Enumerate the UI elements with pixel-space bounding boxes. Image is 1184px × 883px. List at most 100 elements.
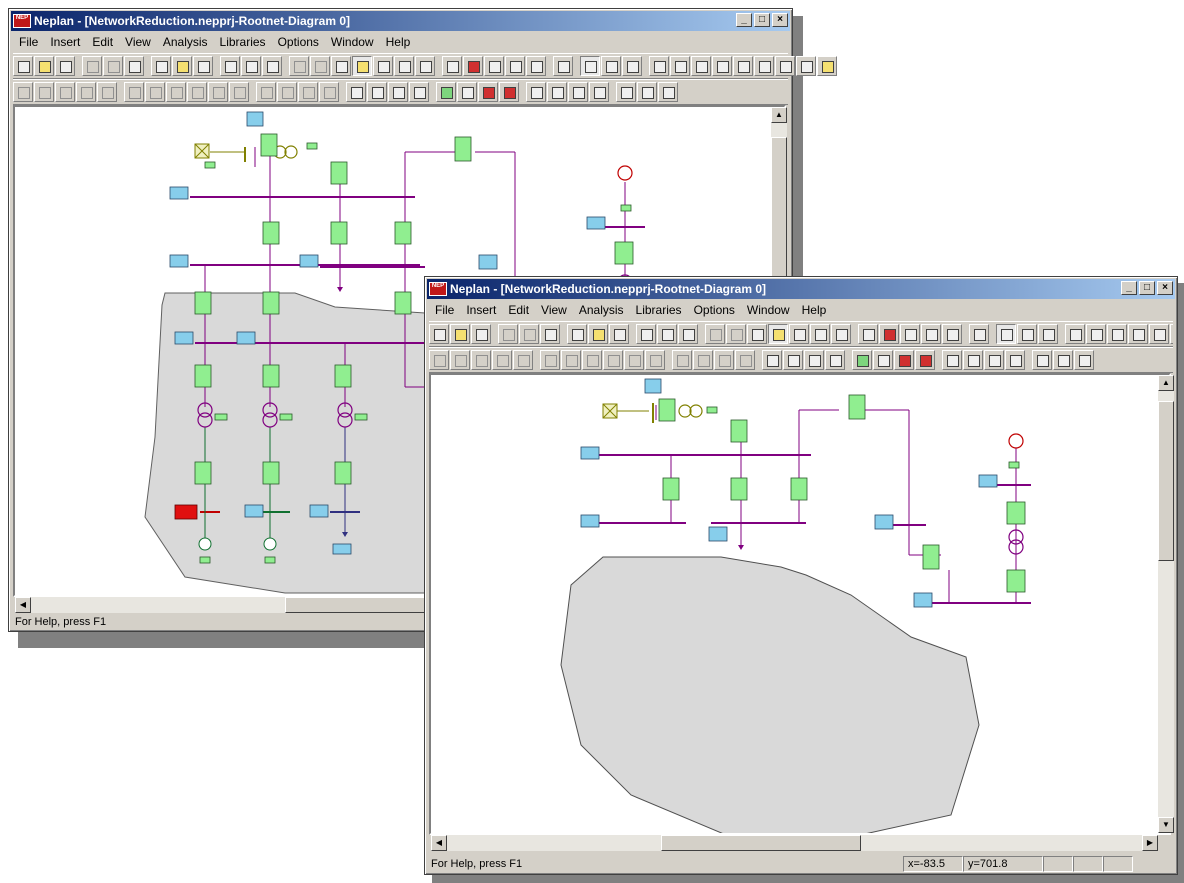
draw-line-icon[interactable] (649, 56, 669, 76)
list-icon[interactable] (241, 56, 261, 76)
help-icon[interactable] (588, 324, 608, 344)
breaker-icon[interactable] (1005, 350, 1025, 370)
maximize-button[interactable]: □ (754, 13, 770, 27)
asymmetric-icon[interactable] (1053, 350, 1073, 370)
node-icon[interactable] (436, 82, 456, 102)
layout-1-icon[interactable] (762, 350, 782, 370)
dc-icon[interactable] (1032, 350, 1052, 370)
scroll-left-button[interactable]: ◀ (15, 597, 31, 613)
align-bottom-icon[interactable] (166, 82, 186, 102)
same-width-icon[interactable] (298, 82, 318, 102)
menu-help[interactable]: Help (380, 35, 417, 49)
draw-curve-icon[interactable] (733, 56, 753, 76)
menu-options[interactable]: Options (272, 35, 325, 49)
align-top-icon[interactable] (540, 350, 560, 370)
title-bar[interactable]: NEP Neplan - [NetworkReduction.nepprj-Ro… (11, 11, 790, 31)
menu-analysis[interactable]: Analysis (157, 35, 214, 49)
zoom-prev-icon[interactable] (921, 324, 941, 344)
flip-icon[interactable] (471, 350, 491, 370)
paste-icon[interactable] (124, 56, 144, 76)
same-height-icon[interactable] (735, 350, 755, 370)
draw-line-icon[interactable] (1065, 324, 1085, 344)
undo-icon[interactable] (289, 56, 309, 76)
menu-options[interactable]: Options (688, 303, 741, 317)
flip-horizontal-icon[interactable] (76, 82, 96, 102)
network-icon[interactable] (220, 56, 240, 76)
grid-icon[interactable] (747, 324, 767, 344)
line-element-icon[interactable] (873, 350, 893, 370)
draw-freeform-icon[interactable] (754, 56, 774, 76)
mirror-icon[interactable] (34, 82, 54, 102)
zoom-window-icon[interactable] (463, 56, 483, 76)
paste-icon[interactable] (540, 324, 560, 344)
grid-icon[interactable] (331, 56, 351, 76)
draw-polyline-icon[interactable] (1086, 324, 1106, 344)
symbol-icon[interactable] (622, 56, 642, 76)
layout-1-icon[interactable] (346, 82, 366, 102)
switch-icon[interactable] (499, 82, 519, 102)
binoculars-icon[interactable] (969, 324, 989, 344)
line-icon[interactable] (526, 82, 546, 102)
menu-edit[interactable]: Edit (86, 35, 119, 49)
rotate-icon[interactable] (429, 350, 449, 370)
binoculars-icon[interactable] (553, 56, 573, 76)
close-button[interactable]: × (772, 13, 788, 27)
menu-help[interactable]: Help (796, 303, 833, 317)
align-center-icon[interactable] (208, 82, 228, 102)
cut-icon[interactable] (498, 324, 518, 344)
draw-freeform-icon[interactable] (1170, 324, 1173, 344)
pan-hand-icon[interactable] (942, 324, 962, 344)
zoom-window-icon[interactable] (879, 324, 899, 344)
calendar-icon[interactable] (394, 56, 414, 76)
arrow-left-icon[interactable] (513, 350, 533, 370)
calendar-icon[interactable] (810, 324, 830, 344)
menu-view[interactable]: View (119, 35, 157, 49)
flip-horizontal-icon[interactable] (492, 350, 512, 370)
transformer-icon[interactable] (478, 82, 498, 102)
title-bar[interactable]: NEP Neplan - [NetworkReduction.nepprj-Ro… (427, 279, 1175, 299)
context-help-icon[interactable] (609, 324, 629, 344)
point-icon[interactable] (963, 350, 983, 370)
layout-2-icon[interactable] (783, 350, 803, 370)
close-button[interactable]: × (1157, 281, 1173, 295)
flip-icon[interactable] (55, 82, 75, 102)
align-left-icon[interactable] (187, 82, 207, 102)
transformer-icon[interactable] (894, 350, 914, 370)
switch-icon[interactable] (915, 350, 935, 370)
new-file-icon[interactable] (13, 56, 33, 76)
zoom-fit-icon[interactable] (900, 324, 920, 344)
line-element-icon[interactable] (457, 82, 477, 102)
minimize-button[interactable]: _ (736, 13, 752, 27)
align-middle-icon[interactable] (145, 82, 165, 102)
minimize-button[interactable]: _ (1121, 281, 1137, 295)
vertical-scrollbar[interactable]: ▲ ▼ (1158, 375, 1174, 833)
text-icon[interactable] (796, 56, 816, 76)
scroll-up-button[interactable]: ▲ (1158, 375, 1174, 391)
line-icon[interactable] (942, 350, 962, 370)
space-v-icon[interactable] (277, 82, 297, 102)
layer-icon[interactable] (768, 324, 788, 344)
layout-3-icon[interactable] (804, 350, 824, 370)
bus-icon[interactable] (568, 82, 588, 102)
arrow-left-icon[interactable] (97, 82, 117, 102)
layout-3-icon[interactable] (388, 82, 408, 102)
new-file-icon[interactable] (429, 324, 449, 344)
cut-icon[interactable] (82, 56, 102, 76)
align-bottom-icon[interactable] (582, 350, 602, 370)
network-icon[interactable] (636, 324, 656, 344)
open-folder-icon[interactable] (34, 56, 54, 76)
node-icon[interactable] (852, 350, 872, 370)
menu-view[interactable]: View (535, 303, 573, 317)
help-icon[interactable] (172, 56, 192, 76)
mirror-icon[interactable] (450, 350, 470, 370)
menu-insert[interactable]: Insert (44, 35, 86, 49)
save-icon[interactable] (471, 324, 491, 344)
align-top-icon[interactable] (124, 82, 144, 102)
asymmetric-icon[interactable] (637, 82, 657, 102)
align-right-icon[interactable] (645, 350, 665, 370)
maximize-button[interactable]: □ (1139, 281, 1155, 295)
arrow-icon[interactable] (678, 324, 698, 344)
redo-icon[interactable] (726, 324, 746, 344)
dc-icon[interactable] (616, 82, 636, 102)
open-folder-icon[interactable] (450, 324, 470, 344)
